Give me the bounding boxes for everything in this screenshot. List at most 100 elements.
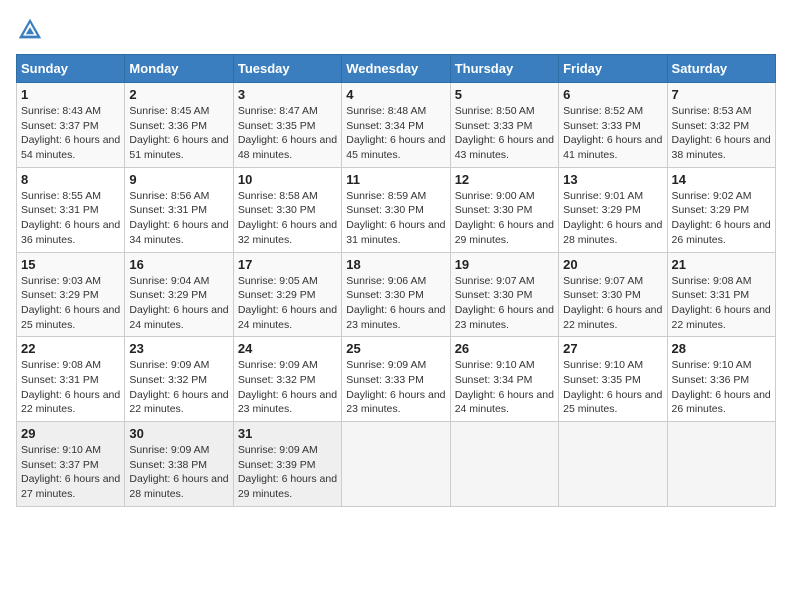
calendar-day-cell: 22 Sunrise: 9:08 AM Sunset: 3:31 PM Dayl… (17, 337, 125, 422)
daylight: Daylight: 6 hours and 34 minutes. (129, 219, 228, 246)
sunrise: Sunrise: 9:09 AM (238, 359, 318, 371)
day-number: 4 (346, 87, 445, 102)
weekday-header: Saturday (667, 55, 775, 83)
sunrise: Sunrise: 9:04 AM (129, 275, 209, 287)
sunset: Sunset: 3:29 PM (672, 204, 750, 216)
sunrise: Sunrise: 8:43 AM (21, 105, 101, 117)
day-info: Sunrise: 9:08 AM Sunset: 3:31 PM Dayligh… (672, 274, 771, 333)
day-info: Sunrise: 8:47 AM Sunset: 3:35 PM Dayligh… (238, 104, 337, 163)
calendar-day-cell: 25 Sunrise: 9:09 AM Sunset: 3:33 PM Dayl… (342, 337, 450, 422)
daylight: Daylight: 6 hours and 38 minutes. (672, 134, 771, 161)
calendar-day-cell: 28 Sunrise: 9:10 AM Sunset: 3:36 PM Dayl… (667, 337, 775, 422)
sunrise: Sunrise: 8:53 AM (672, 105, 752, 117)
sunset: Sunset: 3:35 PM (238, 120, 316, 132)
calendar-day-cell: 20 Sunrise: 9:07 AM Sunset: 3:30 PM Dayl… (559, 252, 667, 337)
day-number: 5 (455, 87, 554, 102)
day-number: 6 (563, 87, 662, 102)
day-number: 19 (455, 257, 554, 272)
day-info: Sunrise: 8:50 AM Sunset: 3:33 PM Dayligh… (455, 104, 554, 163)
sunset: Sunset: 3:38 PM (129, 459, 207, 471)
calendar-body: 1 Sunrise: 8:43 AM Sunset: 3:37 PM Dayli… (17, 83, 776, 507)
sunset: Sunset: 3:31 PM (672, 289, 750, 301)
calendar-day-cell: 2 Sunrise: 8:45 AM Sunset: 3:36 PM Dayli… (125, 83, 233, 168)
calendar-day-cell: 7 Sunrise: 8:53 AM Sunset: 3:32 PM Dayli… (667, 83, 775, 168)
sunset: Sunset: 3:39 PM (238, 459, 316, 471)
calendar-day-cell: 6 Sunrise: 8:52 AM Sunset: 3:33 PM Dayli… (559, 83, 667, 168)
daylight: Daylight: 6 hours and 22 minutes. (672, 304, 771, 331)
sunrise: Sunrise: 8:56 AM (129, 190, 209, 202)
sunset: Sunset: 3:32 PM (672, 120, 750, 132)
sunrise: Sunrise: 8:50 AM (455, 105, 535, 117)
day-info: Sunrise: 9:00 AM Sunset: 3:30 PM Dayligh… (455, 189, 554, 248)
day-info: Sunrise: 9:07 AM Sunset: 3:30 PM Dayligh… (455, 274, 554, 333)
calendar-day-cell: 30 Sunrise: 9:09 AM Sunset: 3:38 PM Dayl… (125, 422, 233, 507)
sunrise: Sunrise: 9:02 AM (672, 190, 752, 202)
day-number: 28 (672, 341, 771, 356)
weekday-header: Thursday (450, 55, 558, 83)
daylight: Daylight: 6 hours and 28 minutes. (563, 219, 662, 246)
daylight: Daylight: 6 hours and 25 minutes. (21, 304, 120, 331)
sunset: Sunset: 3:32 PM (238, 374, 316, 386)
daylight: Daylight: 6 hours and 23 minutes. (455, 304, 554, 331)
day-info: Sunrise: 9:10 AM Sunset: 3:37 PM Dayligh… (21, 443, 120, 502)
daylight: Daylight: 6 hours and 24 minutes. (455, 389, 554, 416)
sunrise: Sunrise: 9:09 AM (238, 444, 318, 456)
sunset: Sunset: 3:37 PM (21, 459, 99, 471)
calendar-day-cell: 8 Sunrise: 8:55 AM Sunset: 3:31 PM Dayli… (17, 167, 125, 252)
day-number: 15 (21, 257, 120, 272)
sunrise: Sunrise: 9:10 AM (455, 359, 535, 371)
calendar-week-row: 29 Sunrise: 9:10 AM Sunset: 3:37 PM Dayl… (17, 422, 776, 507)
daylight: Daylight: 6 hours and 24 minutes. (129, 304, 228, 331)
sunrise: Sunrise: 8:45 AM (129, 105, 209, 117)
sunrise: Sunrise: 8:59 AM (346, 190, 426, 202)
sunrise: Sunrise: 9:01 AM (563, 190, 643, 202)
day-number: 9 (129, 172, 228, 187)
daylight: Daylight: 6 hours and 23 minutes. (238, 389, 337, 416)
sunrise: Sunrise: 9:10 AM (21, 444, 101, 456)
day-info: Sunrise: 8:56 AM Sunset: 3:31 PM Dayligh… (129, 189, 228, 248)
day-info: Sunrise: 9:10 AM Sunset: 3:34 PM Dayligh… (455, 358, 554, 417)
sunrise: Sunrise: 9:08 AM (21, 359, 101, 371)
day-number: 24 (238, 341, 337, 356)
sunrise: Sunrise: 8:58 AM (238, 190, 318, 202)
sunset: Sunset: 3:34 PM (346, 120, 424, 132)
weekday-header: Friday (559, 55, 667, 83)
day-info: Sunrise: 8:58 AM Sunset: 3:30 PM Dayligh… (238, 189, 337, 248)
day-info: Sunrise: 9:07 AM Sunset: 3:30 PM Dayligh… (563, 274, 662, 333)
calendar-week-row: 22 Sunrise: 9:08 AM Sunset: 3:31 PM Dayl… (17, 337, 776, 422)
day-number: 21 (672, 257, 771, 272)
day-number: 29 (21, 426, 120, 441)
day-info: Sunrise: 8:53 AM Sunset: 3:32 PM Dayligh… (672, 104, 771, 163)
calendar-day-cell: 23 Sunrise: 9:09 AM Sunset: 3:32 PM Dayl… (125, 337, 233, 422)
sunset: Sunset: 3:29 PM (563, 204, 641, 216)
sunset: Sunset: 3:31 PM (21, 204, 99, 216)
sunrise: Sunrise: 8:52 AM (563, 105, 643, 117)
day-number: 26 (455, 341, 554, 356)
sunrise: Sunrise: 9:08 AM (672, 275, 752, 287)
sunset: Sunset: 3:29 PM (129, 289, 207, 301)
daylight: Daylight: 6 hours and 36 minutes. (21, 219, 120, 246)
calendar-header: SundayMondayTuesdayWednesdayThursdayFrid… (17, 55, 776, 83)
daylight: Daylight: 6 hours and 31 minutes. (346, 219, 445, 246)
calendar-week-row: 15 Sunrise: 9:03 AM Sunset: 3:29 PM Dayl… (17, 252, 776, 337)
day-info: Sunrise: 9:03 AM Sunset: 3:29 PM Dayligh… (21, 274, 120, 333)
sunrise: Sunrise: 9:05 AM (238, 275, 318, 287)
calendar-day-cell: 4 Sunrise: 8:48 AM Sunset: 3:34 PM Dayli… (342, 83, 450, 168)
day-info: Sunrise: 9:10 AM Sunset: 3:36 PM Dayligh… (672, 358, 771, 417)
daylight: Daylight: 6 hours and 22 minutes. (129, 389, 228, 416)
daylight: Daylight: 6 hours and 41 minutes. (563, 134, 662, 161)
sunrise: Sunrise: 8:55 AM (21, 190, 101, 202)
sunrise: Sunrise: 9:00 AM (455, 190, 535, 202)
day-info: Sunrise: 8:59 AM Sunset: 3:30 PM Dayligh… (346, 189, 445, 248)
day-info: Sunrise: 9:09 AM Sunset: 3:32 PM Dayligh… (129, 358, 228, 417)
day-number: 16 (129, 257, 228, 272)
daylight: Daylight: 6 hours and 26 minutes. (672, 219, 771, 246)
weekday-header: Tuesday (233, 55, 341, 83)
day-info: Sunrise: 9:09 AM Sunset: 3:39 PM Dayligh… (238, 443, 337, 502)
day-number: 8 (21, 172, 120, 187)
daylight: Daylight: 6 hours and 25 minutes. (563, 389, 662, 416)
day-number: 10 (238, 172, 337, 187)
sunset: Sunset: 3:36 PM (672, 374, 750, 386)
day-number: 22 (21, 341, 120, 356)
day-info: Sunrise: 9:09 AM Sunset: 3:32 PM Dayligh… (238, 358, 337, 417)
